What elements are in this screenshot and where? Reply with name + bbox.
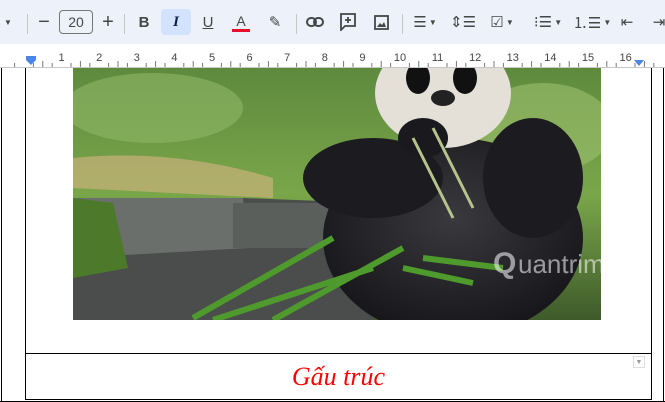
decrease-indent-icon[interactable]: ⇤ [616,9,638,35]
ruler-label: 11 [432,52,443,64]
image-caption[interactable]: Gấu trúc [26,354,651,400]
watermark: uantrimang [518,249,601,279]
ruler-label: 7 [284,52,290,64]
text-color-label: A [236,12,246,29]
svg-text:Q: Q [493,247,516,280]
text-color-button[interactable]: A [228,9,254,35]
divider [27,14,28,34]
left-indent-marker[interactable] [26,56,36,65]
caret-down-icon[interactable]: ▼ [2,9,14,35]
underline-button[interactable]: U [196,9,220,35]
font-size-input[interactable]: 20 [59,10,93,34]
ruler-label: 9 [359,52,365,64]
ruler-label: 1 [59,52,65,64]
ruler[interactable]: 1 2 3 4 5 6 7 8 9 10 11 12 13 14 15 16 [0,44,665,68]
bulleted-list-icon[interactable]: ⁝☰ ▼ [530,9,566,35]
ruler-label: 6 [247,52,253,64]
ruler-label: 16 [619,52,631,64]
text-color-swatch [232,28,250,32]
ruler-label: 3 [134,52,140,64]
highlighter-icon[interactable]: ✎ [264,9,286,35]
link-icon[interactable] [303,9,327,35]
ruler-label: 12 [469,52,481,64]
toolbar: ▼ − 20 + B I U A ✎ ☰ ▼ ⇕☰ ☑ ▼ ⁝☰ ▼ ⒈☰ ▼ … [0,0,665,44]
ruler-label: 13 [507,52,519,64]
cell-menu-caret-icon[interactable]: ▼ [633,356,645,368]
ruler-label: 2 [96,52,102,64]
increase-font-size-button[interactable]: + [97,9,119,35]
align-center-icon[interactable]: ☰ ▼ [408,9,442,35]
bold-button[interactable]: B [132,9,156,35]
ruler-label: 8 [322,52,328,64]
divider [296,14,297,34]
ruler-label: 15 [582,52,594,64]
ruler-label: 5 [209,52,215,64]
ruler-label: 14 [544,52,556,64]
checklist-icon[interactable]: ☑ ▼ [483,9,521,35]
increase-indent-icon[interactable]: ⇥ [648,9,665,35]
decrease-font-size-button[interactable]: − [33,9,55,35]
ruler-label: 10 [394,52,406,64]
add-comment-icon[interactable] [336,9,360,35]
table-border [651,68,652,400]
italic-button[interactable]: I [161,9,191,35]
divider [402,14,403,34]
table-border [25,68,26,400]
page-border [1,68,2,402]
insert-image-icon[interactable] [369,9,393,35]
page-border [663,68,664,402]
panda-image[interactable]: Q uantrimang [73,68,601,320]
divider [124,14,125,34]
numbered-list-icon[interactable]: ⒈☰ ▼ [573,9,612,35]
line-spacing-icon[interactable]: ⇕☰ [450,9,476,35]
document-page[interactable]: Q uantrimang Gấu trúc ▼ [0,68,665,402]
ruler-label: 4 [171,52,177,64]
